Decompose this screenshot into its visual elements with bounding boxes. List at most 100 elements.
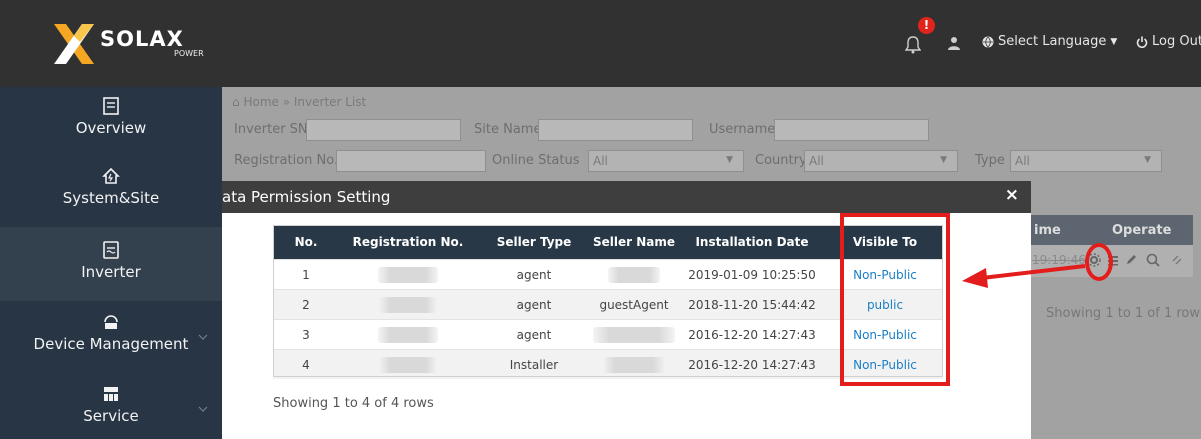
redacted-value	[378, 326, 438, 343]
cell-registration-no	[339, 319, 477, 350]
cell-installation-date: 2018-11-20 15:44:42	[677, 289, 827, 320]
cell-no: 3	[273, 319, 339, 350]
country-label: Country	[755, 153, 807, 168]
logo-subtext: POWER	[174, 49, 204, 58]
sidebar-item-label: System&Site	[62, 189, 160, 207]
cell-seller-type: agent	[477, 259, 591, 290]
breadcrumb-separator: »	[282, 95, 291, 109]
inverter-sn-label: Inverter SN	[234, 122, 308, 137]
inverter-sn-input[interactable]	[306, 119, 461, 141]
cell-seller-name	[591, 349, 677, 379]
redacted-value	[378, 266, 438, 283]
cell-installation-date: 2019-01-09 10:25:50	[677, 259, 827, 290]
sidebar-item-service[interactable]: Service	[0, 373, 222, 439]
logo-x-mark-icon	[54, 24, 94, 64]
cell-registration-no	[339, 259, 477, 290]
caret-down-icon: ▼	[1110, 36, 1118, 47]
caret-down-icon: ▼	[1144, 155, 1151, 165]
caret-down-icon: ▼	[940, 155, 947, 165]
username-label: Username	[709, 122, 776, 137]
globe-icon	[982, 36, 994, 48]
redacted-value	[602, 356, 666, 373]
breadcrumb: ⌂ Home » Inverter List	[232, 95, 366, 109]
sidebar-item-overview[interactable]: Overview	[0, 87, 222, 157]
cell-installation-date: 2016-12-20 14:27:43	[677, 319, 827, 350]
service-icon	[104, 387, 118, 401]
sidebar-item-inverter[interactable]: Inverter	[0, 227, 222, 301]
column-header-seller-name: Seller Name	[591, 225, 677, 260]
logo-text: SOLAX	[100, 27, 184, 51]
cell-seller-name	[591, 259, 677, 290]
user-icon[interactable]	[948, 36, 960, 50]
cell-registration-no	[339, 349, 477, 379]
zoom-icon[interactable]	[1146, 253, 1160, 267]
cell-seller-type: agent	[477, 319, 591, 350]
logout-button[interactable]: Log Out	[1136, 34, 1201, 49]
top-navbar: SOLAX POWER ! Select Language ▼ Log Out	[0, 0, 1201, 87]
sidebar-item-label: Service	[83, 407, 139, 425]
caret-down-icon: ▼	[726, 155, 733, 165]
modal-header: ata Permission Setting ×	[222, 181, 1031, 213]
bell-icon[interactable]	[905, 36, 921, 54]
cell-installation-date: 2016-12-20 14:27:43	[677, 349, 827, 379]
link-icon[interactable]	[1170, 253, 1184, 267]
site-name-input[interactable]	[538, 119, 693, 141]
document-icon	[103, 97, 119, 115]
column-header-no: No.	[273, 225, 339, 260]
column-header-installation-date: Installation Date	[677, 225, 827, 260]
online-status-label: Online Status	[492, 153, 580, 168]
highlight-box-visible-to	[840, 213, 950, 386]
redacted-value	[608, 266, 660, 283]
cell-no: 2	[273, 289, 339, 320]
cell-seller-type: Installer	[477, 349, 591, 379]
registration-no-label: Registration No.	[234, 153, 339, 168]
cell-no: 1	[273, 259, 339, 290]
table-pagination-info: Showing 1 to 1 of 1 rows	[1046, 306, 1201, 321]
modal-title: ata Permission Setting	[222, 188, 391, 206]
cell-seller-name: guestAgent	[591, 289, 677, 320]
sidebar-item-system-site[interactable]: System&Site	[0, 157, 222, 227]
sidebar-item-label: Overview	[75, 119, 147, 137]
online-status-select[interactable]: All ▼	[588, 150, 744, 172]
solax-logo[interactable]: SOLAX POWER	[52, 22, 212, 66]
power-icon	[1136, 36, 1148, 48]
type-select[interactable]: All ▼	[1010, 150, 1162, 172]
redacted-value	[378, 296, 438, 313]
inverter-table-header: ime Operate	[1030, 215, 1193, 245]
registration-no-input[interactable]	[336, 150, 486, 172]
country-value: All	[809, 154, 824, 168]
select-language-label: Select Language	[998, 34, 1107, 49]
logout-label: Log Out	[1152, 34, 1201, 49]
country-select[interactable]: All ▼	[804, 150, 958, 172]
cell-seller-type: agent	[477, 289, 591, 320]
device-icon	[104, 315, 118, 329]
notification-badge: !	[918, 17, 935, 34]
cell-seller-name	[591, 319, 677, 350]
home-icon: ⌂	[232, 95, 240, 109]
home-icon	[102, 167, 120, 184]
chevron-down-icon	[198, 334, 208, 340]
redacted-value	[378, 356, 438, 373]
column-header-time: ime	[1034, 223, 1061, 238]
cell-registration-no	[339, 289, 477, 320]
username-input[interactable]	[774, 119, 929, 141]
online-status-value: All	[593, 154, 608, 168]
type-label: Type	[975, 153, 1005, 168]
breadcrumb-home[interactable]: Home	[243, 95, 278, 109]
close-icon[interactable]: ×	[1005, 185, 1019, 205]
sidebar: Overview System&Site Inverter Device Man…	[0, 87, 222, 439]
column-header-operate: Operate	[1112, 223, 1172, 238]
cell-no: 4	[273, 349, 339, 379]
sidebar-item-device-management[interactable]: Device Management	[0, 301, 222, 373]
type-value: All	[1015, 154, 1030, 168]
inverter-icon	[103, 241, 119, 259]
chevron-down-icon	[198, 406, 208, 412]
redacted-value	[593, 326, 675, 343]
site-name-label: Site Name	[474, 122, 542, 137]
edit-icon[interactable]	[1125, 254, 1137, 266]
sidebar-item-label: Device Management	[33, 335, 189, 353]
select-language-dropdown[interactable]: Select Language ▼	[982, 34, 1117, 49]
sidebar-item-label: Inverter	[81, 263, 141, 281]
modal-pagination-info: Showing 1 to 4 of 4 rows	[273, 396, 434, 411]
column-header-registration-no: Registration No.	[339, 225, 477, 260]
